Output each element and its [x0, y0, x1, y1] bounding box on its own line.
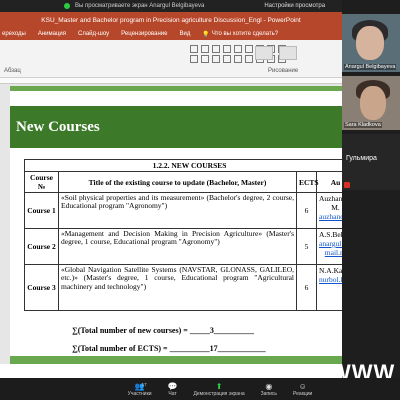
author-name: Auzhanova M. [319, 194, 342, 212]
reactions-label: Реакции [293, 390, 313, 397]
shape-icon[interactable] [212, 45, 220, 53]
table-row: Course 2 «Management and Decision Making… [24, 228, 342, 265]
arrange-styles-group [255, 46, 297, 60]
tab-transitions[interactable]: ереходы [2, 31, 26, 37]
course-number: Course 2 [24, 228, 59, 265]
slide[interactable]: New Courses 1.2.2. NEW COURSES Course № … [10, 86, 342, 364]
course-ects: 6 [296, 192, 317, 229]
course-ects: 6 [296, 264, 317, 311]
shape-icon[interactable] [234, 45, 242, 53]
tab-review[interactable]: Рецензирование [121, 31, 167, 37]
slide-title: New Courses [16, 119, 100, 135]
ribbon-group-drawing: Рисование [268, 68, 299, 74]
course-author: A.S.Belgibaev anargul.belgibaeva mail.ru [315, 228, 342, 265]
chat-label: Чат [168, 390, 177, 397]
table-row: Course 1 «Soil physical properties and i… [24, 192, 342, 229]
participant-name: Anargul Belgibayeva [344, 64, 397, 70]
tab-slideshow[interactable]: Слайд-шоу [78, 31, 109, 37]
participants-button[interactable]: 👥 17 Участники [128, 382, 152, 397]
zoom-toolbar: 👥 17 Участники 💬 Чат ⬆ Демонстрация экран… [0, 378, 400, 400]
author-email-link[interactable]: anargul.belgibaeva [319, 239, 342, 248]
shape-icon[interactable] [234, 55, 242, 63]
reactions-icon: ☺ [298, 381, 307, 391]
tell-me-label: Что вы хотите сделать? [211, 31, 279, 37]
course-ects: 5 [296, 228, 317, 265]
video-tile[interactable]: Anargul Belgibayeva [342, 14, 400, 72]
table-caption: 1.2.2. NEW COURSES [23, 159, 342, 172]
shape-icon[interactable] [245, 55, 253, 63]
tab-view[interactable]: Вид [179, 31, 190, 37]
arrange-button[interactable] [255, 46, 273, 60]
slide-workspace: New Courses 1.2.2. NEW COURSES Course № … [0, 78, 342, 364]
course-author: N.A.Kakabayev nurbol.ka@mail [315, 264, 342, 311]
course-number: Course 3 [24, 264, 59, 311]
mic-muted-icon [344, 182, 350, 188]
share-screen-icon: ⬆ [215, 381, 223, 391]
video-tile[interactable]: Sara Kladkova [342, 76, 400, 130]
participants-icon: 👥 17 [134, 381, 147, 391]
shape-icon[interactable] [201, 55, 209, 63]
course-number: Course 1 [24, 192, 59, 229]
record-button[interactable]: ◉ Запись [261, 382, 277, 397]
chat-button[interactable]: 💬 Чат [168, 382, 178, 397]
total-courses-line: ∑(Total number of new courses) = _____3_… [72, 326, 254, 335]
slide-top-bar [10, 86, 342, 91]
course-title: «Management and Decision Making in Preci… [58, 228, 297, 265]
shape-icon[interactable] [190, 55, 198, 63]
shape-icon[interactable] [245, 45, 253, 53]
participant-video [356, 26, 384, 60]
shape-icon[interactable] [223, 45, 231, 53]
courses-table: 1.2.2. NEW COURSES Course № Title of the… [23, 159, 342, 311]
ribbon-group-paragraph: Абзац [4, 68, 21, 74]
course-author: Auzhanova M. auzhanovam@ [315, 192, 342, 229]
participants-count: 17 [141, 381, 147, 387]
slide-bottom-bar [10, 356, 342, 364]
author-email-link[interactable]: auzhanovam@ [319, 212, 342, 221]
ppt-window-title: KSU_Master and Bachelor program in Preci… [0, 12, 342, 28]
ribbon-tabs: ереходы Анимация Слайд-шоу Рецензировани… [0, 28, 342, 40]
view-options-button[interactable]: Настройки просмотра [264, 3, 325, 9]
ruler [0, 78, 342, 84]
shape-icon[interactable] [223, 55, 231, 63]
share-screen-label: Демонстрация экрана [193, 390, 245, 397]
record-icon: ◉ [265, 381, 273, 391]
course-title: «Global Navigation Satellite Systems (NA… [58, 264, 297, 311]
video-tile[interactable]: Гульмира [342, 134, 400, 190]
header-title: Title of the existing course to update (… [58, 171, 297, 193]
header-ects: ECTS [296, 171, 319, 193]
powerpoint-window: KSU_Master and Bachelor program in Preci… [0, 12, 342, 378]
tab-animation[interactable]: Анимация [38, 31, 66, 37]
record-label: Запись [260, 390, 278, 397]
tell-me-search[interactable]: 💡 Что вы хотите сделать? [202, 31, 278, 38]
author-name: A.S.Belgibaev [319, 230, 342, 239]
zoom-meeting-window: Вы просматриваете экран Anargul Belgibay… [0, 0, 400, 400]
table-header-row: Course № Title of the existing course to… [24, 171, 342, 193]
viewing-screen-text: Вы просматриваете экран Anargul Belgibay… [75, 3, 205, 9]
author-name: N.A.Kakabayev [319, 266, 342, 275]
zoom-share-banner: Вы просматриваете экран Anargul Belgibay… [0, 0, 342, 12]
participant-name: Гульмира [346, 155, 377, 162]
participants-video-panel: Anargul Belgibayeva Sara Kladkova Гульми… [342, 0, 400, 378]
course-title: «Soil physical properties and its measur… [58, 192, 297, 229]
header-course-num: Course № [24, 171, 59, 193]
table-row: Course 3 «Global Navigation Satellite Sy… [24, 264, 342, 311]
participant-video [360, 86, 386, 120]
shape-icon[interactable] [212, 55, 220, 63]
author-email-link[interactable]: mail.ru [319, 248, 342, 257]
reactions-button[interactable]: ☺ Реакции [293, 382, 312, 397]
share-screen-button[interactable]: ⬆ Демонстрация экрана [194, 382, 245, 397]
ribbon: Абзац Рисование [0, 40, 342, 78]
lightbulb-icon: 💡 [202, 31, 210, 38]
table-caption-row: 1.2.2. NEW COURSES [23, 159, 342, 172]
quick-styles-button[interactable] [279, 46, 297, 60]
shape-icon[interactable] [190, 45, 198, 53]
participant-name: Sara Kladkova [344, 122, 382, 128]
chat-icon: 💬 [167, 381, 178, 391]
sharing-indicator-icon [64, 3, 70, 9]
shape-icon[interactable] [201, 45, 209, 53]
participants-label: Участники [127, 390, 152, 397]
author-email-link[interactable]: nurbol.ka@mail [319, 275, 342, 284]
header-author: Au [315, 171, 342, 193]
